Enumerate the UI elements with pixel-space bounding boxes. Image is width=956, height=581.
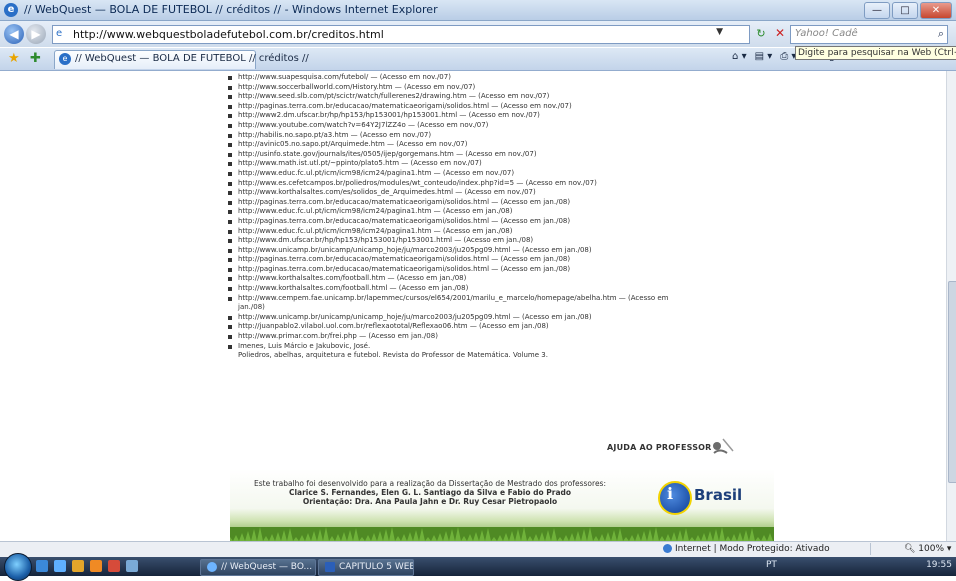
list-item[interactable]: http://juanpablo2.vilabol.uol.com.br/ref… — [226, 322, 686, 332]
list-item[interactable]: http://www.korthalsaltes.com/football.ht… — [226, 284, 686, 294]
minimize-button[interactable]: — — [864, 2, 890, 19]
list-item[interactable]: http://paginas.terra.com.br/educacao/mat… — [226, 255, 686, 265]
credits-footer: Este trabalho foi desenvolvido para a re… — [230, 469, 774, 541]
search-tooltip: Digite para pesquisar na Web (Ctrl+E) — [795, 46, 956, 60]
address-dropdown-icon[interactable]: ▼ — [716, 27, 723, 37]
list-item[interactable]: http://www.unicamp.br/unicamp/unicamp_ho… — [226, 313, 686, 323]
clock[interactable]: 19:55 — [926, 560, 952, 570]
list-item[interactable]: http://paginas.terra.com.br/educacao/mat… — [226, 102, 686, 112]
stop-icon[interactable]: ✕ — [772, 25, 788, 42]
ibrasil-logo-text: Brasil — [694, 486, 743, 504]
search-box[interactable]: Yahoo! Cadê ⌕ — [790, 25, 948, 44]
grass-decoration — [230, 527, 774, 541]
vertical-scrollbar[interactable] — [946, 71, 956, 541]
book-reference: Imenes, Luis Márcio e Jakubovic, José. P… — [226, 342, 686, 361]
add-favorites-icon[interactable]: ✚ — [30, 51, 41, 66]
list-item[interactable]: http://www.unicamp.br/unicamp/unicamp_ho… — [226, 246, 686, 256]
security-zone-label: Internet | Modo Protegido: Ativado — [675, 544, 830, 554]
list-item[interactable]: http://www.korthalsaltes.com/es/solidos_… — [226, 188, 686, 198]
language-indicator[interactable]: PT — [766, 560, 777, 570]
forward-button[interactable]: ▶ — [26, 24, 46, 44]
tab-label: // WebQuest — BOLA DE FUTEBOL // crédito… — [75, 53, 309, 64]
list-item[interactable]: http://habilis.no.sapo.pt/a3.htm — (Aces… — [226, 131, 686, 141]
page-content: http://www.suapesquisa.com/futebol/ — (A… — [0, 71, 946, 541]
ibrasil-i-glyph: i — [667, 484, 674, 503]
search-placeholder[interactable]: Yahoo! Cadê — [795, 28, 858, 39]
back-button[interactable]: ◀ — [4, 24, 24, 44]
taskbar-item-label: CAPITULO 5 WEBQ... — [339, 562, 414, 572]
ie-logo-icon: e — [4, 3, 18, 17]
status-divider — [870, 543, 871, 555]
window-title: // WebQuest — BOLA DE FUTEBOL // crédito… — [24, 3, 438, 16]
refresh-icon[interactable]: ↻ — [752, 25, 770, 42]
feeds-icon[interactable]: ▤ ▾ — [755, 51, 773, 62]
list-item[interactable]: http://www.seed.slb.com/pt/scictr/watch/… — [226, 92, 686, 102]
list-item[interactable]: http://www.suapesquisa.com/futebol/ — (A… — [226, 73, 686, 83]
list-item[interactable]: http://www.youtube.com/watch?v=64Y2J7lZZ… — [226, 121, 686, 131]
ibrasil-circle-icon — [658, 481, 692, 515]
list-item[interactable]: http://paginas.terra.com.br/educacao/mat… — [226, 265, 686, 275]
address-bar[interactable]: e http://www.webquestboladefutebol.com.b… — [52, 25, 750, 44]
home-icon[interactable]: ⌂ ▾ — [732, 51, 747, 62]
search-icon[interactable]: ⌕ — [938, 27, 944, 41]
system-tray: PT 19:55 — [766, 560, 952, 573]
list-item[interactable]: http://www.korthalsaltes.com/football.ht… — [226, 274, 686, 284]
footer-line-2: Clarice S. Fernandes, Elen G. L. Santiag… — [288, 488, 572, 497]
list-item[interactable]: http://www2.dm.ufscar.br/hp/hp153/hp1530… — [226, 111, 686, 121]
list-item[interactable]: http://www.math.ist.utl.pt/~ppinto/plato… — [226, 159, 686, 169]
list-item[interactable]: http://www.educ.fc.ul.pt/icm/icm98/icm24… — [226, 169, 686, 179]
reference-list: http://www.suapesquisa.com/futebol/ — (A… — [226, 73, 686, 361]
start-button[interactable] — [4, 553, 32, 581]
list-item[interactable]: http://www.cempem.fae.unicamp.br/lapemme… — [226, 294, 686, 313]
favorites-star-icon[interactable]: ★ — [8, 51, 20, 66]
taskbar-item-webquest[interactable]: // WebQuest — BO... — [200, 559, 316, 576]
tab-webquest[interactable]: e // WebQuest — BOLA DE FUTEBOL // crédi… — [54, 50, 309, 69]
close-button[interactable]: ✕ — [920, 2, 952, 19]
security-zone[interactable]: Internet | Modo Protegido: Ativado — [663, 544, 830, 554]
taskbar-item-word[interactable]: CAPITULO 5 WEBQ... — [318, 559, 414, 576]
address-url[interactable]: http://www.webquestboladefutebol.com.br/… — [73, 28, 384, 41]
app-icon[interactable] — [108, 560, 120, 572]
list-item[interactable]: http://www.es.cefetcampos.br/poliedros/m… — [226, 179, 686, 189]
list-item[interactable]: http://www.educ.fc.ul.pt/icm/icm98/icm24… — [226, 207, 686, 217]
book-title: Poliedros, abelhas, arquitetura e futebo… — [238, 351, 548, 360]
desktop-icon[interactable] — [36, 560, 48, 572]
list-item[interactable]: http://www.dm.ufscar.br/hp/hp153/hp15300… — [226, 236, 686, 246]
list-item[interactable]: http://avinic05.no.sapo.pt/Arquimede.htm… — [226, 140, 686, 150]
folder-icon[interactable] — [72, 560, 84, 572]
scrollbar-thumb[interactable] — [948, 281, 956, 483]
footer-line-1: Este trabalho foi desenvolvido para a re… — [254, 479, 606, 488]
list-item[interactable]: http://www.educ.fc.ul.pt/icm/icm98/icm24… — [226, 227, 686, 237]
window-titlebar: e // WebQuest — BOLA DE FUTEBOL // crédi… — [0, 0, 956, 21]
zoom-value: 100% — [918, 544, 945, 554]
globe-icon — [663, 544, 672, 553]
tab-favicon-icon: e — [59, 53, 71, 65]
taskbar-item-label: // WebQuest — BO... — [221, 562, 313, 572]
footer-line-3: Orientação: Dra. Ana Paula Jahn e Dr. Ru… — [302, 497, 558, 506]
teacher-icon[interactable] — [711, 437, 735, 455]
zoom-level[interactable]: 🔍︎ 100% ▾ — [904, 544, 951, 554]
word-icon — [325, 561, 335, 572]
ie-icon[interactable] — [54, 560, 66, 572]
list-item[interactable]: http://www.soccerballworld.com/History.h… — [226, 83, 686, 93]
list-item[interactable]: http://paginas.terra.com.br/educacao/mat… — [226, 217, 686, 227]
ibrasil-logo: i Brasil — [658, 479, 768, 515]
navigation-bar: ◀ ▶ e http://www.webquestboladefutebol.c… — [0, 21, 956, 47]
windows-taskbar: // WebQuest — BO... CAPITULO 5 WEBQ... P… — [0, 553, 956, 581]
maximize-button[interactable]: □ — [892, 2, 918, 19]
book-authors: Imenes, Luis Márcio e Jakubovic, José. — [238, 341, 371, 350]
page-icon: e — [56, 28, 63, 39]
ie-icon — [207, 561, 217, 572]
list-item[interactable]: http://www.primar.com.br/frei.php — (Ace… — [226, 332, 686, 342]
ajuda-professor-link[interactable]: AJUDA AO PROFESSOR — [607, 443, 712, 452]
quick-launch — [36, 560, 138, 572]
window-icon[interactable] — [126, 560, 138, 572]
media-icon[interactable] — [90, 560, 102, 572]
list-item[interactable]: http://paginas.terra.com.br/educacao/mat… — [226, 198, 686, 208]
status-bar: Internet | Modo Protegido: Ativado 🔍︎ 10… — [0, 541, 956, 557]
list-item[interactable]: http://usinfo.state.gov/journals/ites/05… — [226, 150, 686, 160]
